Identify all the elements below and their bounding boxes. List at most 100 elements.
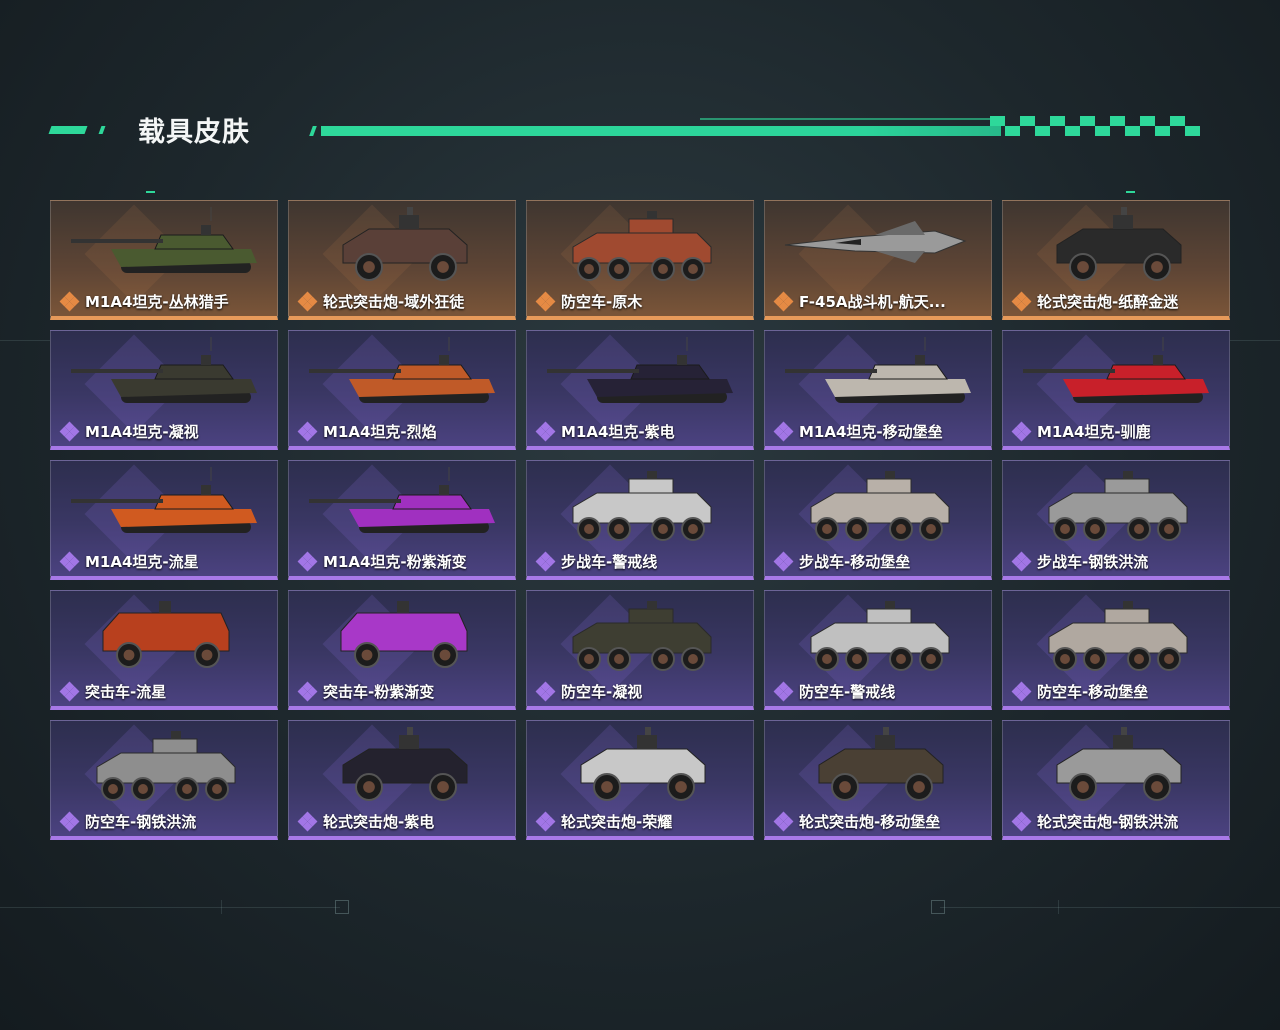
skin-card[interactable]: 防空车-钢铁洪流 — [50, 720, 278, 840]
skin-name: 步战车-警戒线 — [561, 553, 658, 571]
skin-card[interactable]: M1A4坦克-烈焰 — [288, 330, 516, 450]
skin-label: 轮式突击炮-荣耀 — [535, 811, 673, 832]
skin-name: M1A4坦克-驯鹿 — [1037, 423, 1151, 441]
skin-name: M1A4坦克-粉紫渐变 — [323, 553, 467, 571]
skin-name: 轮式突击炮-钢铁洪流 — [1037, 813, 1179, 831]
bg-bottom-line-right — [940, 907, 1280, 908]
purple-rarity-icon — [59, 551, 80, 571]
purple-rarity-icon — [59, 421, 80, 441]
skin-card[interactable]: 防空车-凝视 — [526, 590, 754, 710]
skin-card[interactable]: 防空车-原木 — [526, 200, 754, 320]
skin-grid: M1A4坦克-丛林猎手 轮式突击炮-域外狂徒 防空车-原木 F-45A战斗机-航… — [50, 200, 1230, 840]
skin-card[interactable]: 步战车-警戒线 — [526, 460, 754, 580]
purple-rarity-icon — [297, 681, 318, 701]
checker-cell — [1185, 116, 1200, 126]
skin-card[interactable]: 步战车-移动堡垒 — [764, 460, 992, 580]
skin-name: 突击车-粉紫渐变 — [323, 683, 435, 701]
skin-card[interactable]: 防空车-移动堡垒 — [1002, 590, 1230, 710]
page-title: 载具皮肤 — [138, 117, 250, 148]
skin-label: 步战车-移动堡垒 — [773, 551, 911, 572]
skin-card[interactable]: 轮式突击炮-钢铁洪流 — [1002, 720, 1230, 840]
bg-divider-left — [0, 340, 50, 341]
skin-card[interactable]: M1A4坦克-驯鹿 — [1002, 330, 1230, 450]
skin-name: 防空车-警戒线 — [799, 683, 896, 701]
checker-cell — [1020, 126, 1035, 136]
purple-rarity-icon — [1011, 811, 1032, 831]
skin-name: 防空车-移动堡垒 — [1037, 683, 1149, 701]
checker-cell — [1110, 126, 1125, 136]
skin-label: 防空车-原木 — [535, 291, 642, 312]
skin-card[interactable]: 突击车-流星 — [50, 590, 278, 710]
skin-card[interactable]: 轮式突击炮-移动堡垒 — [764, 720, 992, 840]
purple-rarity-icon — [773, 551, 794, 571]
checker-cell — [1035, 116, 1050, 126]
bg-bottom-line-left — [0, 907, 340, 908]
checker-cell — [1050, 126, 1065, 136]
skin-label: 突击车-粉紫渐变 — [297, 681, 435, 702]
skin-label: M1A4坦克-丛林猎手 — [59, 291, 229, 312]
skin-name: 轮式突击炮-域外狂徒 — [323, 293, 465, 311]
skin-label: M1A4坦克-凝视 — [59, 421, 199, 442]
gold-rarity-icon — [535, 291, 556, 311]
skin-label: 防空车-凝视 — [535, 681, 643, 702]
skin-name: M1A4坦克-凝视 — [85, 423, 199, 441]
skin-label: M1A4坦克-烈焰 — [297, 421, 437, 442]
skin-card[interactable]: 防空车-警戒线 — [764, 590, 992, 710]
skin-card[interactable]: M1A4坦克-丛林猎手 — [50, 200, 278, 320]
purple-rarity-icon — [535, 811, 556, 831]
bg-tick-left — [221, 900, 222, 914]
skin-label: 轮式突击炮-纸醉金迷 — [1011, 291, 1178, 312]
skin-card[interactable]: 轮式突击炮-域外狂徒 — [288, 200, 516, 320]
checker-cell — [1140, 126, 1155, 136]
skin-label: M1A4坦克-流星 — [59, 551, 199, 572]
skin-label: 步战车-钢铁洪流 — [1011, 551, 1149, 572]
skin-label: 防空车-钢铁洪流 — [59, 811, 196, 832]
skin-card[interactable]: 步战车-钢铁洪流 — [1002, 460, 1230, 580]
checker-cell — [1080, 116, 1095, 126]
purple-rarity-icon — [297, 421, 318, 441]
skin-name: 轮式突击炮-紫电 — [323, 813, 435, 831]
skin-name: 步战车-钢铁洪流 — [1037, 553, 1149, 571]
skin-name: M1A4坦克-移动堡垒 — [799, 423, 943, 441]
skin-name: 步战车-移动堡垒 — [799, 553, 911, 571]
checker-cell — [1080, 126, 1095, 136]
bg-divider-right — [1230, 340, 1280, 341]
skin-card[interactable]: M1A4坦克-流星 — [50, 460, 278, 580]
bg-tick-right — [1058, 900, 1059, 914]
skin-card[interactable]: M1A4坦克-移动堡垒 — [764, 330, 992, 450]
checker-cell — [1095, 126, 1110, 136]
bg-marker-left — [335, 900, 349, 914]
skin-label: 轮式突击炮-移动堡垒 — [773, 811, 941, 832]
gold-rarity-icon — [59, 291, 80, 311]
purple-rarity-icon — [1011, 551, 1032, 571]
skin-card[interactable]: M1A4坦克-粉紫渐变 — [288, 460, 516, 580]
purple-rarity-icon — [59, 681, 80, 701]
checker-cell — [1170, 116, 1185, 126]
skin-card[interactable]: 突击车-粉紫渐变 — [288, 590, 516, 710]
skin-card[interactable]: 轮式突击炮-荣耀 — [526, 720, 754, 840]
skin-card[interactable]: 轮式突击炮-紫电 — [288, 720, 516, 840]
skin-card[interactable]: 轮式突击炮-纸醉金迷 — [1002, 200, 1230, 320]
header-checker-pattern — [990, 116, 1200, 136]
skin-label: 防空车-移动堡垒 — [1011, 681, 1149, 702]
gold-rarity-icon — [297, 291, 318, 311]
skin-name: 轮式突击炮-荣耀 — [561, 813, 673, 831]
skin-label: 突击车-流星 — [59, 681, 167, 702]
skin-label: M1A4坦克-紫电 — [535, 421, 675, 442]
checker-cell — [1110, 116, 1125, 126]
skin-name: 防空车-凝视 — [561, 683, 643, 701]
skin-card[interactable]: M1A4坦克-凝视 — [50, 330, 278, 450]
purple-rarity-icon — [59, 811, 80, 831]
skin-name: 突击车-流星 — [85, 683, 167, 701]
skin-label: M1A4坦克-驯鹿 — [1011, 421, 1151, 442]
header-accent-bar — [48, 126, 88, 134]
checker-cell — [990, 116, 1005, 126]
skin-name: M1A4坦克-烈焰 — [323, 423, 437, 441]
skin-label: 轮式突击炮-域外狂徒 — [297, 291, 465, 312]
header-accent-bar-right — [309, 126, 317, 136]
skin-label: 步战车-警戒线 — [535, 551, 658, 572]
skin-card[interactable]: M1A4坦克-紫电 — [526, 330, 754, 450]
skin-card[interactable]: F-45A战斗机-航天... — [764, 200, 992, 320]
checker-cell — [990, 126, 1005, 136]
skin-name: 轮式突击炮-移动堡垒 — [799, 813, 941, 831]
